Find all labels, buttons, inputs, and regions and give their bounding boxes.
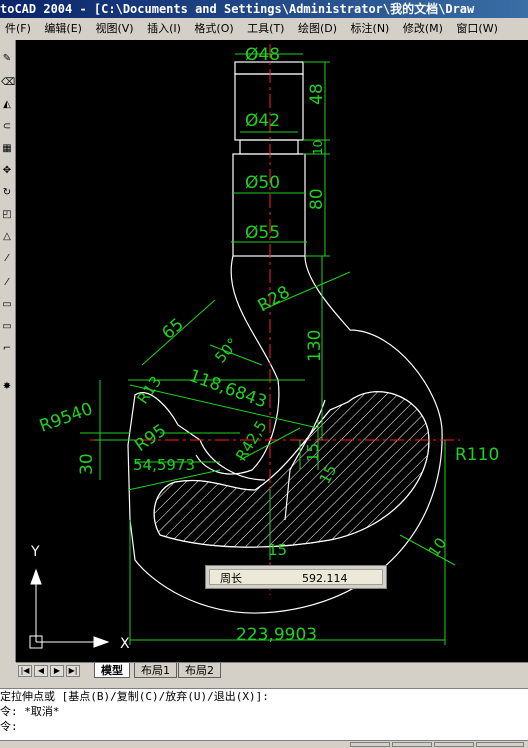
drawing-canvas[interactable]: Ø48 Ø42 Ø50 Ø55 48 10 80 R28 130 65 50° … [16, 40, 528, 662]
modify-toolbar: ✎ ⌫ ◭ ⊂ ▦ ✥ ↻ ◰ △ ⁄ ⁄ ▭ ▭ ⌐ ✸ [0, 40, 16, 662]
dim-v10: 10 [311, 140, 325, 155]
menu-insert[interactable]: 插入(I) [142, 18, 186, 40]
tab-layout1[interactable]: 布局1 [134, 663, 177, 678]
dim-d55: Ø55 [245, 223, 280, 243]
dim-v48: 48 [307, 83, 327, 105]
window-title: toCAD 2004 - [C:\Documents and Settings\… [0, 0, 528, 18]
erase-icon[interactable]: ⌫ [1, 76, 15, 90]
first-tab-icon[interactable]: |◀ [18, 665, 32, 677]
next-tab-icon[interactable]: ▶ [50, 665, 64, 677]
dim-len54: 54,5973 [133, 456, 195, 474]
status-grid[interactable] [392, 742, 432, 747]
status-snap[interactable] [350, 742, 390, 747]
dim-r110: R110 [455, 445, 499, 465]
menu-view[interactable]: 视图(V) [90, 18, 138, 40]
menu-edit[interactable]: 编辑(E) [39, 18, 87, 40]
dim-a50: 50° [211, 335, 242, 367]
dim-d50: Ø50 [245, 173, 280, 193]
command-history-line-2: 令: *取消* [0, 705, 60, 718]
prev-tab-icon[interactable]: ◀ [34, 665, 48, 677]
status-ortho[interactable] [434, 742, 474, 747]
ucs-y-label: Y [30, 544, 40, 560]
menu-bar: 件(F) 编辑(E) 视图(V) 插入(I) 格式(O) 工具(T) 绘图(D)… [0, 18, 528, 41]
rotate-icon[interactable]: ↻ [1, 186, 13, 200]
dim-d42: Ø42 [245, 111, 280, 131]
dim-r95: R95 [131, 421, 170, 457]
menu-tools[interactable]: 工具(T) [242, 18, 289, 40]
dim-r9540: R9540 [37, 399, 96, 437]
pencil-icon[interactable]: ✎ [1, 52, 13, 66]
dim-v130: 130 [305, 330, 325, 362]
move-icon[interactable]: ✥ [1, 164, 13, 178]
dim-v80: 80 [307, 188, 327, 210]
tab-model[interactable]: 模型 [94, 663, 130, 678]
tab-layout2[interactable]: 布局2 [178, 663, 221, 678]
trim-icon[interactable]: ⁄ [1, 252, 13, 266]
dim-v30: 30 [77, 453, 97, 475]
dim-width: 223,9903 [236, 625, 317, 645]
dim-v10b: 10 [425, 534, 451, 560]
measure-tooltip: 周长 592.114 [205, 565, 387, 589]
menu-window[interactable]: 窗口(W) [451, 18, 502, 40]
ucs-x-label: X [120, 636, 130, 652]
status-polar[interactable] [476, 742, 524, 747]
measure-value: 592.114 [302, 572, 348, 585]
measure-label: 周长 [220, 572, 242, 585]
menu-format[interactable]: 格式(O) [189, 18, 238, 40]
command-window: 定拉伸点或 [基点(B)/复制(C)/放弃(U)/退出(X)]: 令: *取消*… [0, 688, 528, 741]
menu-file[interactable]: 件(F) [0, 18, 36, 40]
menu-modify[interactable]: 修改(M) [398, 18, 448, 40]
command-prompt: 令: [0, 720, 18, 733]
layout-tab-bar: |◀ ◀ ▶ ▶| 模型 布局1 布局2 [16, 662, 528, 679]
stretch-icon[interactable]: △ [1, 230, 13, 244]
dim-len118: 118,6843 [186, 366, 269, 413]
break-icon[interactable]: ▭ [1, 298, 13, 312]
command-history-line-1: 定拉伸点或 [基点(B)/复制(C)/放弃(U)/退出(X)]: [0, 690, 269, 703]
hatch-region [153, 391, 430, 548]
dim-v65: 65 [158, 315, 187, 344]
offset-icon[interactable]: ⊂ [1, 120, 13, 134]
menu-draw[interactable]: 绘图(D) [293, 18, 342, 40]
dim-r42: R42,5 [232, 417, 270, 464]
fillet-icon[interactable]: ⌐ [1, 342, 13, 356]
explode-icon[interactable]: ✸ [1, 380, 13, 394]
dim-v15a: 15 [304, 443, 322, 462]
dim-d48: Ø48 [245, 45, 280, 65]
scale-icon[interactable]: ◰ [1, 208, 13, 222]
last-tab-icon[interactable]: ▶| [66, 665, 80, 677]
dim-v15c: 15 [268, 541, 287, 559]
extend-icon[interactable]: ⁄ [1, 276, 13, 290]
chamfer-icon[interactable]: ▭ [1, 320, 13, 334]
mirror-icon[interactable]: ◭ [1, 98, 13, 112]
dim-r28: R28 [255, 282, 294, 316]
menu-dimension[interactable]: 标注(N) [346, 18, 395, 40]
array-icon[interactable]: ▦ [1, 142, 13, 156]
dimension-text: Ø48 Ø42 Ø50 Ø55 48 10 80 R28 130 65 50° … [37, 45, 499, 645]
ucs-icon [29, 568, 110, 649]
